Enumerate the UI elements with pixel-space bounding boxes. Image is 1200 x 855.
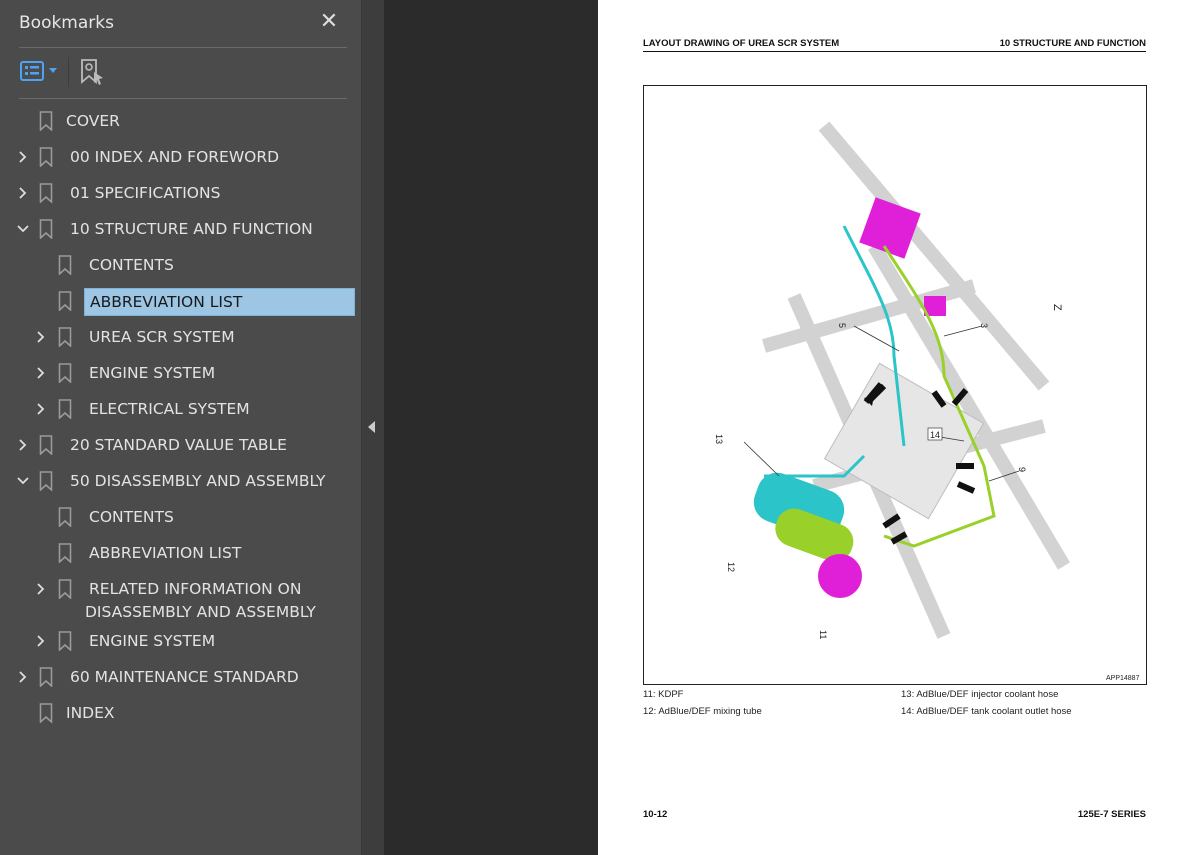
bookmark-label[interactable]: 20 STANDARD VALUE TABLE: [70, 432, 287, 458]
callout-13: 13: [714, 434, 724, 444]
bookmark-label-continued[interactable]: DISASSEMBLY AND ASSEMBLY: [85, 599, 316, 625]
bookmark-label[interactable]: ENGINE SYSTEM: [89, 360, 215, 386]
callout-12: 12: [726, 562, 736, 572]
bookmark-label[interactable]: ENGINE SYSTEM: [89, 628, 215, 654]
callout-5: 5: [837, 323, 847, 328]
bookmark-icon: [58, 631, 72, 651]
bookmark-item[interactable]: CONTENTS: [0, 504, 362, 530]
bookmark-item[interactable]: COVER: [0, 108, 362, 134]
divider: [19, 47, 347, 48]
bookmark-icon: [39, 471, 53, 491]
bookmark-icon: [39, 435, 53, 455]
bookmarks-panel: Bookmarks ✕ COVER 00 INDEX AND FOREWORD 01…: [0, 0, 362, 855]
series-name: 125E-7 SERIES: [1077, 809, 1146, 820]
bookmark-item[interactable]: 10 STRUCTURE AND FUNCTION: [0, 216, 362, 242]
bookmark-item[interactable]: ABBREVIATION LIST: [0, 288, 362, 316]
bookmark-icon: [58, 255, 72, 275]
bookmark-item[interactable]: CONTENTS: [0, 252, 362, 278]
bookmark-label[interactable]: ABBREVIATION LIST: [84, 288, 355, 316]
chevron-right-icon[interactable]: [16, 186, 30, 200]
chevron-right-icon[interactable]: [34, 330, 48, 344]
chevron-down-icon[interactable]: [16, 474, 30, 488]
bookmark-icon: [58, 543, 72, 563]
bookmark-item[interactable]: UREA SCR SYSTEM: [0, 324, 362, 350]
bookmark-icon: [39, 147, 53, 167]
callout-3: 3: [979, 323, 989, 328]
bookmark-icon: [39, 703, 53, 723]
document-page: LAYOUT DRAWING OF UREA SCR SYSTEM 10 STR…: [598, 0, 1200, 855]
caption-13: 13: AdBlue/DEF injector coolant hose: [901, 689, 1059, 700]
bookmark-label[interactable]: 01 SPECIFICATIONS: [70, 180, 220, 206]
chevron-right-icon[interactable]: [34, 402, 48, 416]
bookmark-item[interactable]: 60 MAINTENANCE STANDARD: [0, 664, 362, 690]
bookmark-item[interactable]: ABBREVIATION LIST: [0, 540, 362, 566]
find-current-bookmark-icon[interactable]: [80, 58, 106, 86]
bookmark-label[interactable]: INDEX: [66, 700, 115, 726]
bookmark-icon: [58, 507, 72, 527]
bookmark-item[interactable]: 01 SPECIFICATIONS: [0, 180, 362, 206]
bookmark-icon: [58, 291, 72, 311]
bookmark-icon: [39, 183, 53, 203]
callout-11: 11: [818, 630, 828, 639]
chevron-right-icon[interactable]: [16, 670, 30, 684]
bookmark-item[interactable]: 00 INDEX AND FOREWORD: [0, 144, 362, 170]
header-left: LAYOUT DRAWING OF UREA SCR SYSTEM: [643, 38, 840, 49]
figure-id: APP14887: [1106, 675, 1140, 682]
bookmark-icon: [58, 399, 72, 419]
panel-title: Bookmarks: [19, 13, 114, 33]
bookmark-icon: [39, 111, 53, 131]
bookmark-item[interactable]: ENGINE SYSTEM: [0, 628, 362, 654]
bookmark-item[interactable]: ENGINE SYSTEM: [0, 360, 362, 386]
bookmark-item[interactable]: INDEX: [0, 700, 362, 726]
bookmark-label[interactable]: ELECTRICAL SYSTEM: [89, 396, 250, 422]
divider: [19, 98, 347, 99]
list-options-icon[interactable]: [20, 61, 44, 81]
bookmark-label[interactable]: CONTENTS: [89, 252, 174, 278]
bookmark-label[interactable]: COVER: [66, 108, 120, 134]
bookmark-icon: [39, 219, 53, 239]
bookmark-item[interactable]: 50 DISASSEMBLY AND ASSEMBLY: [0, 468, 362, 494]
chevron-right-icon[interactable]: [34, 634, 48, 648]
chevron-right-icon[interactable]: [34, 366, 48, 380]
collapse-panel-icon[interactable]: [368, 421, 375, 433]
divider: [68, 57, 69, 87]
chevron-down-icon[interactable]: [49, 68, 57, 73]
bookmark-item[interactable]: ELECTRICAL SYSTEM: [0, 396, 362, 422]
scr-layout-drawing: 3 5 9 11 12 13 14 Z APP14887: [714, 121, 1140, 682]
bookmark-label[interactable]: 10 STRUCTURE AND FUNCTION: [70, 216, 313, 242]
caption-12: 12: AdBlue/DEF mixing tube: [643, 706, 762, 717]
callout-14: 14: [930, 430, 940, 440]
close-icon[interactable]: ✕: [318, 10, 340, 32]
chevron-right-icon[interactable]: [16, 150, 30, 164]
bookmark-label[interactable]: 60 MAINTENANCE STANDARD: [70, 664, 299, 690]
chevron-down-icon[interactable]: [16, 222, 30, 236]
bookmark-label[interactable]: 00 INDEX AND FOREWORD: [70, 144, 279, 170]
bookmark-icon: [58, 579, 72, 599]
bookmark-item[interactable]: 20 STANDARD VALUE TABLE: [0, 432, 362, 458]
bookmark-label[interactable]: ABBREVIATION LIST: [89, 540, 241, 566]
bookmark-icon: [58, 327, 72, 347]
chevron-right-icon[interactable]: [34, 582, 48, 596]
bookmark-label[interactable]: UREA SCR SYSTEM: [89, 324, 235, 350]
caption-14: 14: AdBlue/DEF tank coolant outlet hose: [901, 706, 1072, 717]
header-rule: [643, 51, 1146, 52]
bookmark-icon: [39, 667, 53, 687]
orientation-mark: Z: [1051, 304, 1063, 311]
chevron-right-icon[interactable]: [16, 438, 30, 452]
callout-9: 9: [1017, 467, 1027, 472]
bookmark-item[interactable]: RELATED INFORMATION ON DISASSEMBLY AND AS…: [0, 576, 362, 621]
bookmark-label[interactable]: 50 DISASSEMBLY AND ASSEMBLY: [70, 468, 326, 494]
bookmark-label[interactable]: CONTENTS: [89, 504, 174, 530]
bookmark-icon: [58, 363, 72, 383]
caption-11: 11: KDPF: [643, 689, 684, 700]
page-number: 10-12: [643, 809, 668, 820]
header-right: 10 STRUCTURE AND FUNCTION: [999, 38, 1146, 49]
figure-frame: 3 5 9 11 12 13 14 Z APP14887: [643, 85, 1147, 685]
